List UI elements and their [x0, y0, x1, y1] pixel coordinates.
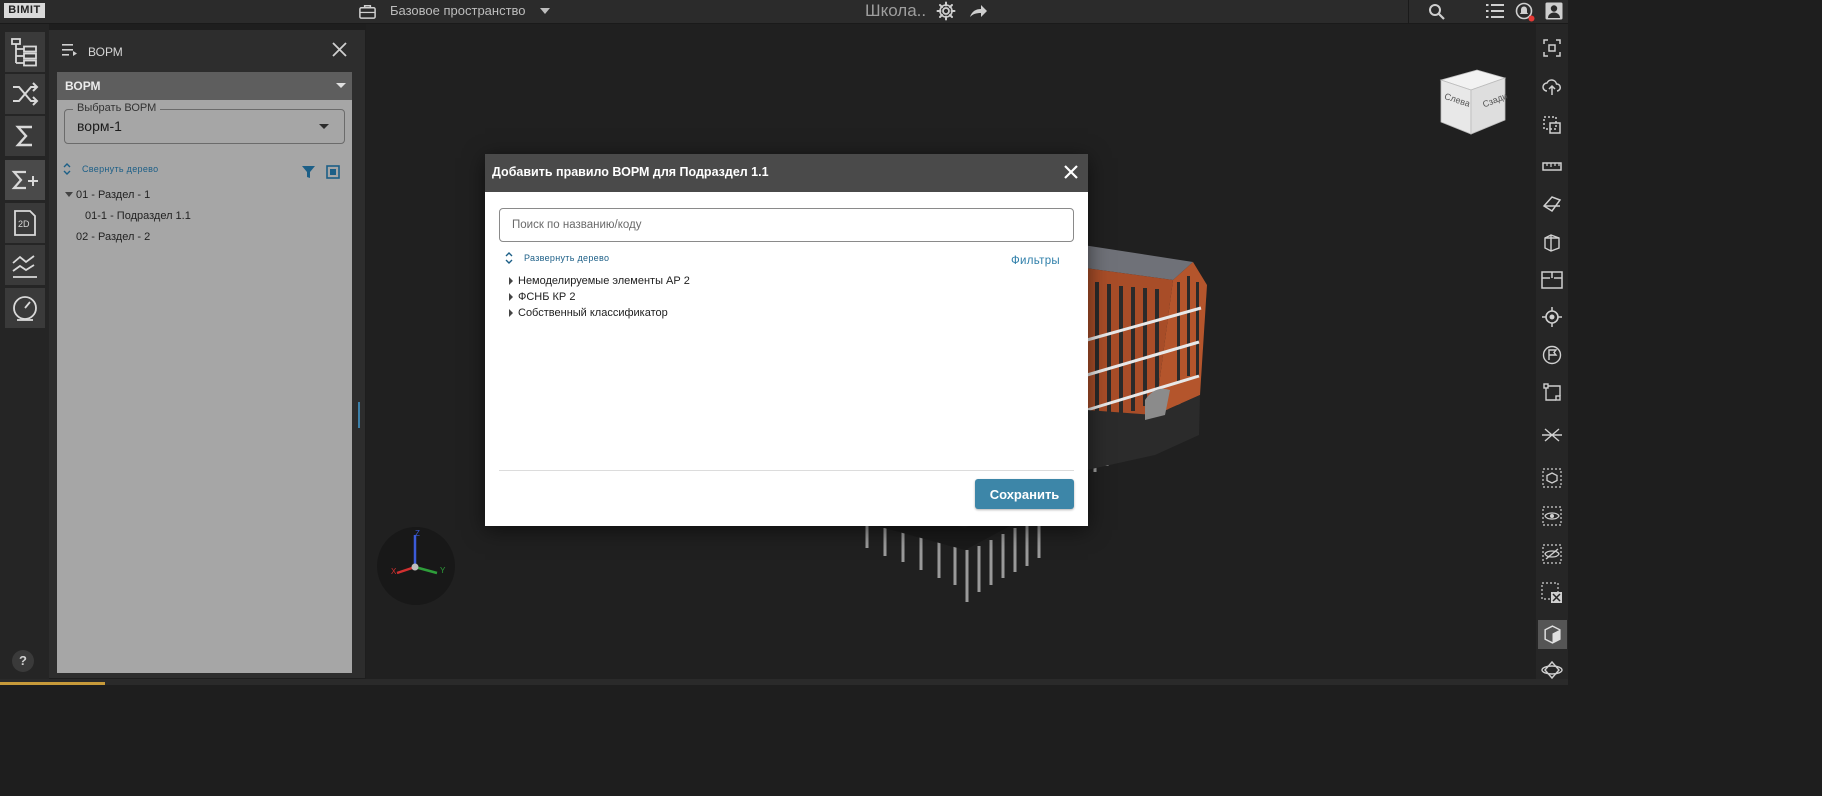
- close-icon[interactable]: [1063, 164, 1079, 180]
- tree-collapsed-caret-icon[interactable]: [509, 277, 513, 285]
- progress-indicator: [0, 682, 105, 685]
- top-bar: [0, 0, 1568, 24]
- user-account-icon[interactable]: [1545, 2, 1563, 20]
- project-name: Школа..: [865, 1, 927, 20]
- sigma-plus-icon: [11, 170, 38, 190]
- svg-text:2D: 2D: [18, 219, 30, 229]
- vorm-section-header[interactable]: ВОРМ: [57, 72, 352, 100]
- axis-y-label: Y: [440, 566, 446, 575]
- tree-item-section-2[interactable]: 02 - Раздел - 2: [76, 231, 150, 243]
- tree-collapsed-caret-icon[interactable]: [509, 293, 513, 301]
- dialog-divider: [499, 470, 1074, 471]
- tree-item-subsection-1-1[interactable]: 01-1 - Подраздел 1.1: [85, 210, 191, 222]
- box-select-icon[interactable]: [1542, 115, 1562, 135]
- orbit-icon[interactable]: [1541, 660, 1563, 680]
- expand-icon[interactable]: [505, 252, 513, 264]
- model-tree-icon: [11, 38, 37, 67]
- sigma-icon: [15, 125, 32, 147]
- classifier-item[interactable]: Собственный классификатор: [518, 307, 668, 319]
- search-icon[interactable]: [1428, 3, 1446, 21]
- graph-button[interactable]: [5, 245, 45, 285]
- gear-icon[interactable]: [936, 1, 956, 21]
- share-icon[interactable]: [968, 2, 988, 20]
- shaded-mode-button[interactable]: [1538, 620, 1567, 649]
- cube-select-icon[interactable]: [1542, 468, 1562, 488]
- tree-collapsed-caret-icon[interactable]: [509, 309, 513, 317]
- cloud-upload-icon[interactable]: [1542, 77, 1562, 97]
- collapse-icon[interactable]: [63, 163, 71, 175]
- panel-menu-icon[interactable]: [62, 44, 77, 56]
- dialog-title: Добавить правило ВОРМ для Подраздел 1.1: [492, 165, 769, 179]
- caret-down-icon[interactable]: [336, 83, 346, 89]
- hide-icon[interactable]: [1542, 544, 1562, 564]
- vorm-select-value[interactable]: ворм-1: [77, 118, 122, 134]
- collapse-tree-link[interactable]: Свернуть дерево: [82, 164, 158, 174]
- flag-icon[interactable]: [1542, 345, 1562, 365]
- tree-expand-icon[interactable]: [65, 192, 73, 198]
- filter-icon[interactable]: [302, 166, 315, 179]
- 2d-sheet-icon: 2D: [14, 210, 36, 236]
- help-button[interactable]: ?: [12, 650, 34, 672]
- classifier-item[interactable]: ФСНБ КР 2: [518, 291, 575, 303]
- select-all-icon[interactable]: [326, 165, 340, 179]
- tree-item-section-1[interactable]: 01 - Раздел - 1: [76, 189, 150, 201]
- 2d-view-button[interactable]: 2D: [5, 203, 45, 243]
- ruler-icon[interactable]: [1542, 157, 1562, 177]
- classifier-item[interactable]: Немоделируемые элементы АР 2: [518, 275, 690, 287]
- axis-x-label: X: [391, 567, 397, 576]
- model-tree-button[interactable]: [5, 32, 45, 72]
- list-icon[interactable]: [1486, 3, 1504, 19]
- vorm-button[interactable]: [5, 160, 45, 200]
- transform-icon[interactable]: [1542, 382, 1562, 402]
- shaded-cube-icon: [1544, 625, 1561, 644]
- isolate-close-icon[interactable]: [1541, 582, 1563, 604]
- expand-tree-link[interactable]: Развернуть дерево: [524, 253, 609, 263]
- close-icon[interactable]: [331, 41, 348, 58]
- speedometer-icon: [13, 296, 37, 321]
- status-strip: [0, 679, 1568, 685]
- shuffle-icon: [13, 82, 39, 106]
- app-logo[interactable]: BIMIT: [4, 3, 45, 18]
- notification-bell-icon[interactable]: [1515, 2, 1535, 22]
- chevron-down-icon[interactable]: [319, 124, 329, 130]
- shuffle-button[interactable]: [5, 74, 45, 114]
- axis-z-label: Z: [415, 529, 420, 538]
- panel-resize-handle[interactable]: [358, 402, 360, 428]
- line-graph-icon: [12, 255, 37, 278]
- clip-icon[interactable]: [1541, 425, 1563, 445]
- space-selector[interactable]: Базовое пространство: [390, 3, 526, 18]
- target-icon[interactable]: [1542, 307, 1562, 327]
- floor-plan-icon[interactable]: [1541, 270, 1563, 290]
- chevron-down-icon[interactable]: [540, 8, 550, 14]
- show-icon[interactable]: [1542, 506, 1562, 526]
- briefcase-icon[interactable]: [358, 2, 377, 21]
- section-box-icon[interactable]: [1542, 232, 1562, 252]
- sum-button[interactable]: [5, 116, 45, 156]
- save-button[interactable]: Сохранить: [975, 479, 1074, 509]
- panel-body: [57, 72, 352, 673]
- section-plane-icon[interactable]: [1542, 194, 1562, 214]
- dashboard-button[interactable]: [5, 288, 45, 328]
- toolbar-divider: [1408, 0, 1409, 24]
- focus-icon[interactable]: [1542, 38, 1562, 58]
- filters-link[interactable]: Фильтры: [1011, 255, 1060, 267]
- vorm-select-label: Выбрать ВОРМ: [73, 102, 161, 114]
- search-input[interactable]: [499, 208, 1074, 242]
- panel-title: ВОРМ: [88, 45, 123, 59]
